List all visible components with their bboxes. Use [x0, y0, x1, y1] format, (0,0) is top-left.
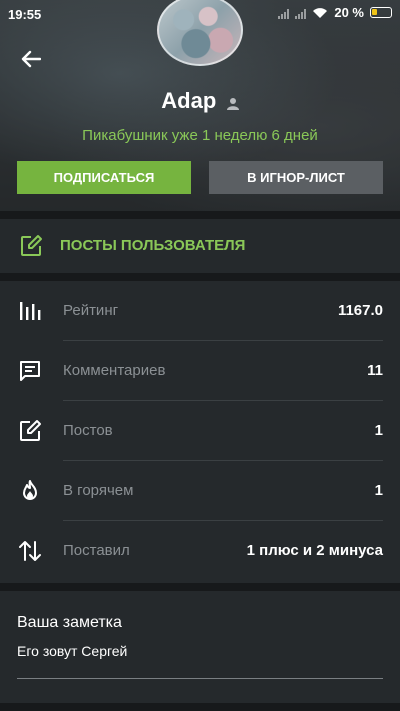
stat-value: 1 [374, 482, 383, 499]
note-text-field[interactable]: Его зовут Сергей [17, 643, 127, 659]
user-icon [226, 97, 239, 110]
flame-icon [18, 479, 42, 503]
user-posts-link[interactable]: ПОСТЫ ПОЛЬЗОВАТЕЛЯ [0, 219, 400, 273]
avatar [157, 0, 243, 66]
battery-icon [370, 7, 392, 18]
stat-row-hot: В горячем 1 [0, 461, 400, 521]
status-time: 19:55 [8, 7, 42, 22]
edit-icon [18, 419, 42, 443]
stat-name: Комментариев [63, 362, 166, 379]
subscribe-button[interactable]: ПОДПИСАТЬСЯ [17, 161, 191, 194]
stat-name: В горячем [63, 482, 134, 499]
note-underline [17, 678, 383, 679]
stat-value: 1 плюс и 2 минуса [246, 542, 383, 559]
signal-icon [278, 7, 290, 19]
stat-value: 1167.0 [337, 302, 383, 319]
stat-row-rating: Рейтинг 1167.0 [0, 281, 400, 341]
profile-header: 19:55 20 % Adap Пикабушник уже 1 неделю … [0, 0, 400, 211]
stat-name: Поставил [63, 542, 130, 559]
swap-arrows-icon [18, 539, 42, 563]
note-title: Ваша заметка [17, 614, 122, 631]
member-since: Пикабушник уже 1 неделю 6 дней [82, 127, 318, 144]
stat-row-posts: Постов 1 [0, 401, 400, 461]
ignore-list-button[interactable]: В ИГНОР-ЛИСТ [209, 161, 383, 194]
username-row: Adap [0, 88, 400, 114]
user-note: Ваша заметка Его зовут Сергей [0, 591, 400, 703]
battery-percent: 20 % [334, 5, 364, 20]
stat-name: Постов [63, 422, 113, 439]
comment-icon [18, 359, 42, 383]
stats-panel: Рейтинг 1167.0 Комментариев 11 Постов 1 [0, 281, 400, 583]
bar-chart-icon [18, 299, 42, 323]
status-icons: 20 % [278, 5, 392, 20]
user-posts-label: ПОСТЫ ПОЛЬЗОВАТЕЛЯ [60, 237, 246, 254]
stat-value: 1 [374, 422, 383, 439]
arrow-left-icon [21, 50, 41, 68]
username: Adap [161, 88, 217, 113]
stat-row-votes: Поставил 1 плюс и 2 минуса [0, 521, 400, 581]
stat-value: 11 [367, 362, 383, 379]
wifi-icon [313, 7, 328, 18]
stat-row-comments: Комментариев 11 [0, 341, 400, 401]
stat-name: Рейтинг [63, 302, 119, 319]
back-button[interactable] [18, 46, 44, 72]
signal-icon-2 [295, 7, 307, 19]
edit-icon [19, 234, 43, 263]
